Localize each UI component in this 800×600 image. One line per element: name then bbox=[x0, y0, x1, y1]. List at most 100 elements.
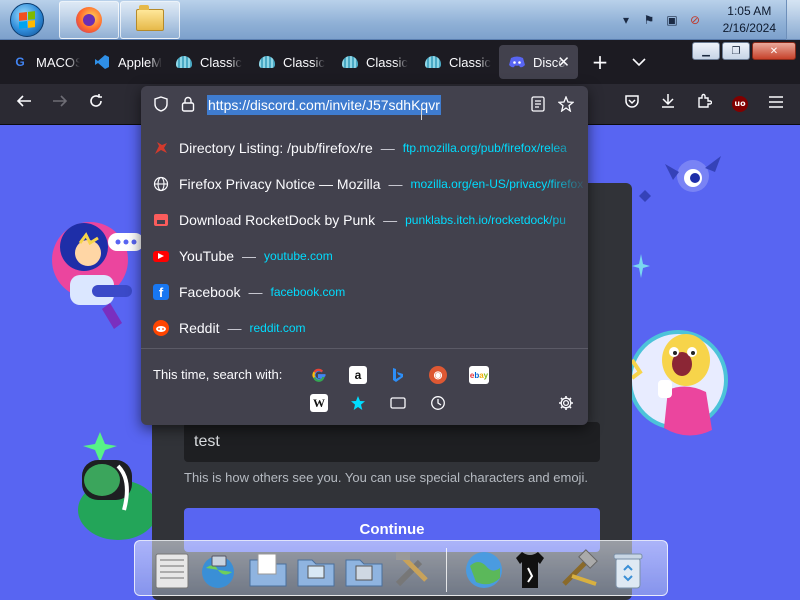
sparkle-icon bbox=[632, 254, 650, 282]
forward-button[interactable] bbox=[48, 92, 72, 116]
pocket-button[interactable] bbox=[620, 92, 644, 116]
tab-classic-1[interactable]: Classic bbox=[166, 45, 248, 79]
dragon-icon bbox=[153, 140, 169, 156]
bookmark-star-icon[interactable] bbox=[557, 95, 575, 114]
downloads-button[interactable] bbox=[656, 92, 680, 116]
dock-recycle-bin-icon[interactable] bbox=[606, 548, 650, 592]
dock-utilities-icon[interactable] bbox=[390, 548, 434, 592]
list-all-tabs-button[interactable] bbox=[627, 50, 651, 74]
tab-discord[interactable]: Discord ✕ bbox=[499, 45, 578, 79]
globe-icon bbox=[153, 176, 169, 192]
dock-finder-icon[interactable] bbox=[150, 548, 194, 592]
suggestion-separator: — bbox=[383, 212, 398, 228]
taskbar-firefox[interactable] bbox=[59, 1, 119, 39]
suggestion-item[interactable]: Directory Listing: /pub/firefox/re — ftp… bbox=[141, 130, 588, 166]
volume-muted-icon[interactable]: ⊘ bbox=[688, 13, 702, 27]
hamburger-menu-icon bbox=[769, 96, 783, 108]
window-controls: ▁ ❐ ✕ bbox=[692, 42, 796, 60]
dock-xcode-hammer-icon[interactable] bbox=[556, 548, 600, 592]
suggestion-item[interactable]: YouTube — youtube.com bbox=[141, 238, 588, 274]
minimize-button[interactable]: ▁ bbox=[692, 42, 720, 60]
reddit-icon bbox=[153, 320, 169, 336]
arrow-left-icon bbox=[16, 95, 31, 107]
discord-illustration-bottom-left bbox=[72, 430, 162, 544]
search-with-label: This time, search with: bbox=[153, 367, 283, 382]
windows-logo-icon bbox=[10, 3, 44, 37]
dock-pictures-folder-icon[interactable] bbox=[294, 548, 338, 592]
taskbar-clock[interactable]: 1:05 AM 2/16/2024 bbox=[723, 3, 776, 37]
dock-documents-folder-icon[interactable] bbox=[246, 548, 290, 592]
lock-icon[interactable] bbox=[179, 96, 197, 114]
suggestion-item[interactable]: Reddit — reddit.com bbox=[141, 310, 588, 346]
text-cursor-icon bbox=[421, 106, 422, 120]
display-name-input[interactable]: test bbox=[184, 422, 600, 462]
ublock-origin-button[interactable]: uo bbox=[728, 92, 752, 116]
reload-button[interactable] bbox=[84, 92, 108, 116]
new-tab-button[interactable]: + bbox=[588, 50, 612, 74]
history-icon[interactable] bbox=[429, 394, 447, 412]
tab-applem[interactable]: AppleM bbox=[84, 45, 164, 79]
firefox-icon bbox=[76, 7, 102, 33]
bookmarks-icon[interactable] bbox=[349, 394, 367, 412]
tab-title: Classic bbox=[449, 54, 491, 70]
google-icon[interactable] bbox=[310, 366, 328, 384]
urlbar[interactable]: https://discord.com/invite/J57sdhKqvr bbox=[141, 86, 588, 124]
search-settings-gear-icon[interactable] bbox=[557, 394, 575, 412]
restore-button[interactable]: ❐ bbox=[722, 42, 750, 60]
shell-icon bbox=[176, 54, 192, 70]
dock-applications-folder-icon[interactable] bbox=[342, 548, 386, 592]
suggestion-title: Firefox Privacy Notice — Mozilla bbox=[179, 176, 381, 192]
wikipedia-icon[interactable]: W bbox=[310, 394, 328, 412]
suggestion-url: mozilla.org/en-US/privacy/firefox bbox=[410, 177, 584, 191]
ebay-icon[interactable]: ebay bbox=[469, 366, 489, 384]
amazon-icon[interactable]: a bbox=[349, 366, 367, 384]
dock-safari-globe-icon[interactable] bbox=[462, 548, 506, 592]
shield-icon[interactable] bbox=[152, 96, 170, 114]
reader-view-icon[interactable] bbox=[529, 96, 547, 114]
tab-classic-2[interactable]: Classic bbox=[249, 45, 331, 79]
ublock-icon: uo bbox=[732, 96, 748, 112]
dock-network-globe-icon[interactable] bbox=[196, 548, 240, 592]
duckduckgo-icon[interactable]: ◉ bbox=[429, 366, 447, 384]
suggestion-item[interactable]: Download RocketDock by Punk — punklabs.i… bbox=[141, 202, 588, 238]
tabs-icon[interactable] bbox=[389, 394, 407, 412]
close-window-button[interactable]: ✕ bbox=[752, 42, 796, 60]
clock-time: 1:05 AM bbox=[727, 4, 772, 18]
clock-date: 2/16/2024 bbox=[722, 21, 776, 35]
suggestion-item[interactable]: f Facebook — facebook.com bbox=[141, 274, 588, 310]
folder-icon bbox=[136, 5, 164, 31]
back-button[interactable] bbox=[12, 92, 36, 116]
taskbar-explorer[interactable] bbox=[120, 1, 180, 39]
suggestion-title: YouTube bbox=[179, 248, 235, 264]
download-icon bbox=[662, 94, 674, 108]
tab-classic-4[interactable]: Classic bbox=[415, 45, 497, 79]
pocket-icon bbox=[625, 95, 639, 108]
network-icon[interactable]: ▣ bbox=[665, 13, 679, 27]
flag-icon[interactable]: ⚑ bbox=[642, 13, 656, 27]
suggestion-url: youtube.com bbox=[264, 249, 333, 263]
windows-taskbar: ▾ ⚑ ▣ ⊘ 1:05 AM 2/16/2024 bbox=[0, 0, 800, 40]
chevron-up-icon[interactable]: ▾ bbox=[619, 13, 633, 27]
show-desktop-button[interactable] bbox=[786, 0, 800, 40]
suggestion-url: facebook.com bbox=[270, 285, 346, 299]
url-input[interactable]: https://discord.com/invite/J57sdhKqvr bbox=[207, 95, 441, 115]
start-button[interactable] bbox=[4, 1, 50, 39]
bing-icon[interactable] bbox=[389, 366, 407, 384]
shell-icon bbox=[342, 54, 358, 70]
dock-tshirt-icon[interactable] bbox=[508, 548, 552, 592]
reload-icon bbox=[90, 94, 102, 107]
vscode-icon bbox=[94, 54, 110, 70]
puzzle-icon bbox=[698, 93, 713, 108]
close-tab-icon[interactable]: ✕ bbox=[557, 53, 570, 71]
menu-button[interactable] bbox=[764, 92, 788, 116]
dock-separator bbox=[446, 548, 447, 592]
google-icon: G bbox=[15, 55, 25, 69]
tab-classic-3[interactable]: Classic bbox=[332, 45, 414, 79]
extensions-button[interactable] bbox=[692, 92, 716, 116]
tab-macos[interactable]: G MACOS bbox=[2, 45, 80, 79]
display-name-helper-text: This is how others see you. You can use … bbox=[184, 470, 588, 485]
suggestion-item[interactable]: Firefox Privacy Notice — Mozilla — mozil… bbox=[141, 166, 588, 202]
arrow-right-icon bbox=[53, 95, 68, 107]
suggestion-separator: — bbox=[242, 248, 257, 264]
tab-title: MACOS bbox=[36, 54, 80, 70]
